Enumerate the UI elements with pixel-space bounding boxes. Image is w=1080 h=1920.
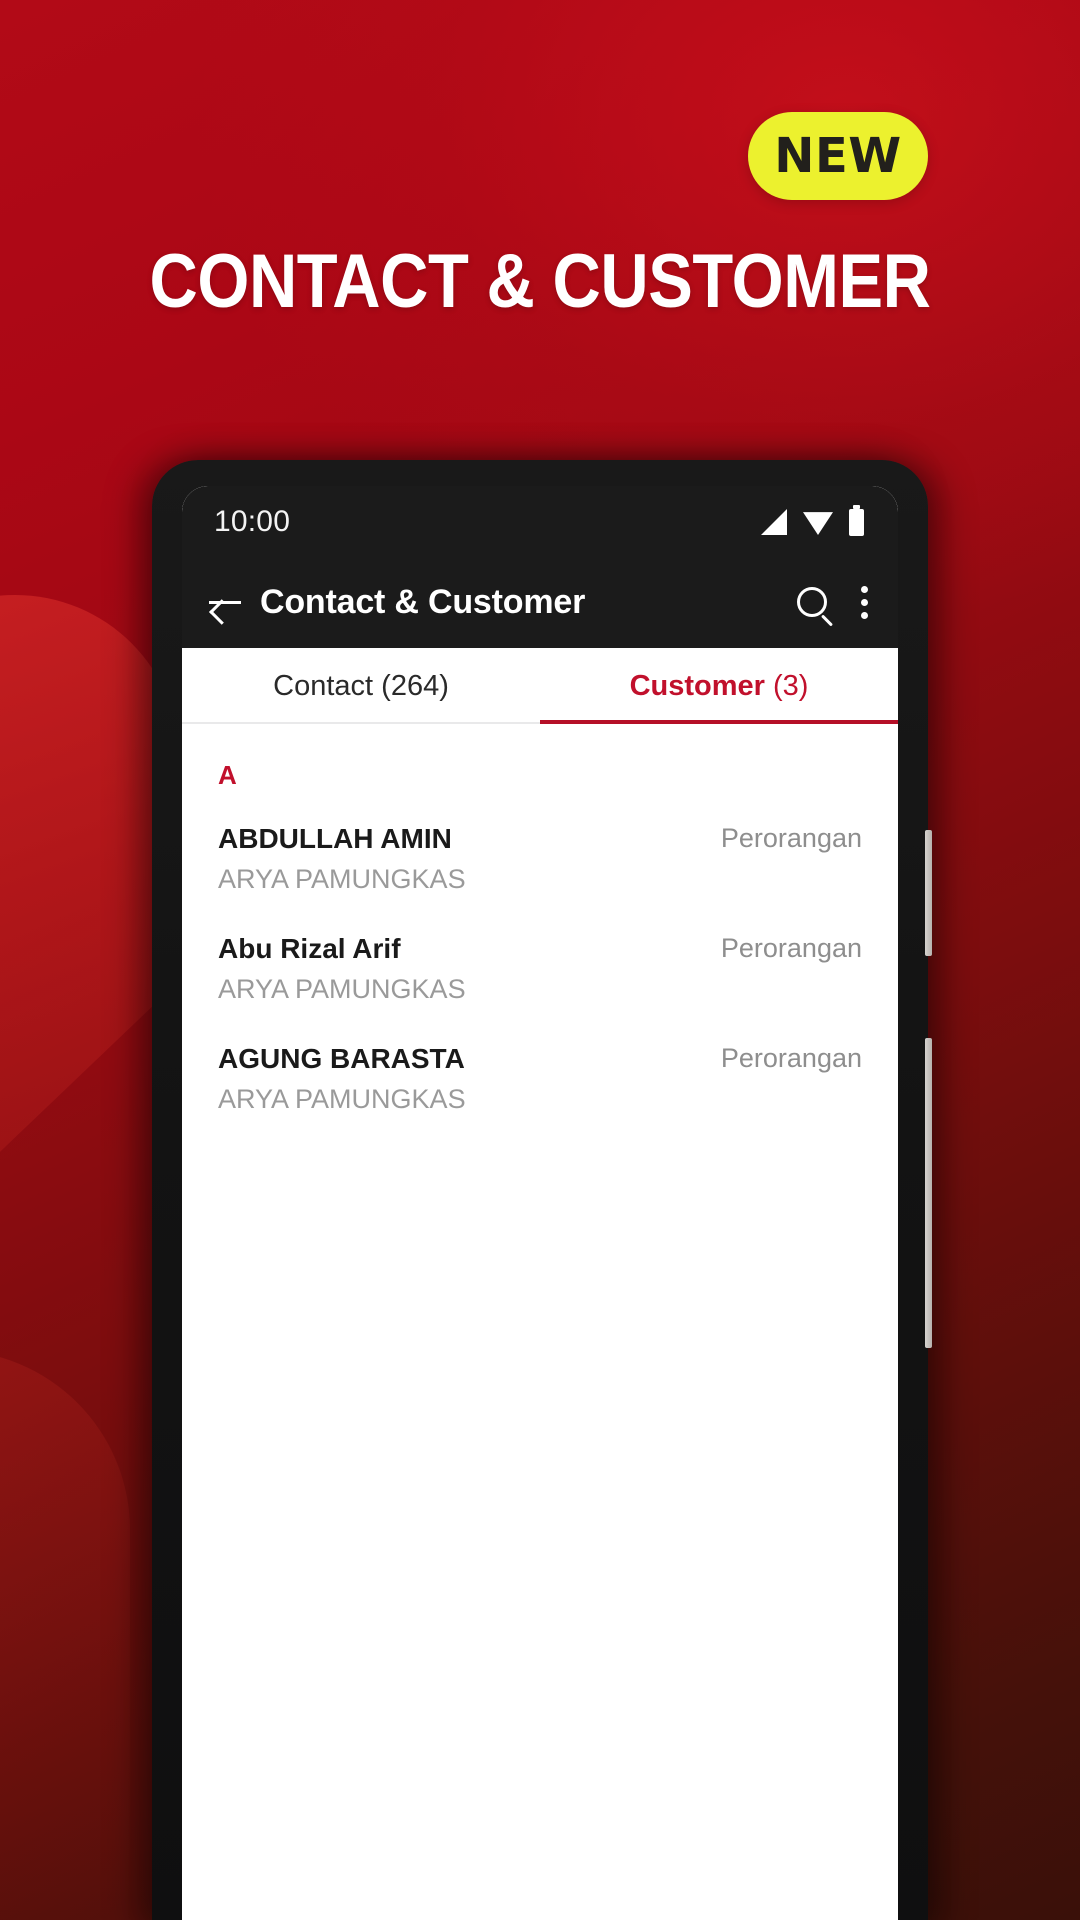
app-header: 10:00 Contact & Customer — [182, 486, 898, 648]
tab-customer-count: (3) — [772, 669, 809, 702]
app-bar-left: Contact & Customer — [208, 583, 797, 622]
customer-list: A ABDULLAH AMIN ARYA PAMUNGKAS Peroranga… — [182, 724, 898, 1136]
list-item[interactable]: Abu Rizal Arif ARYA PAMUNGKAS Perorangan — [182, 915, 898, 1025]
tab-customer[interactable]: Customer (3) — [540, 648, 898, 724]
list-item-name: ABDULLAH AMIN — [218, 823, 452, 854]
signal-icon — [761, 509, 787, 535]
back-arrow-icon[interactable] — [208, 585, 242, 619]
list-item-name: Abu Rizal Arif — [218, 933, 401, 965]
status-bar: 10:00 — [182, 486, 898, 558]
app-bar: Contact & Customer — [182, 558, 898, 646]
phone-screen: 10:00 Contact & Customer Contact (264) C… — [182, 486, 898, 1920]
tab-divider — [182, 722, 540, 724]
list-item-main: Abu Rizal Arif ARYA PAMUNGKAS — [218, 931, 721, 1007]
list-item-main: ABDULLAH AMIN ARYA PAMUNGKAS — [218, 821, 721, 897]
promo-headline: CONTACT & CUSTOMER — [149, 239, 931, 324]
list-item-subtitle: ARYA PAMUNGKAS — [218, 974, 466, 1005]
list-item-subtitle: ARYA PAMUNGKAS — [218, 864, 466, 894]
power-button[interactable] — [925, 1038, 932, 1348]
list-item-type: Perorangan — [720, 823, 862, 853]
list-item-type: Perorangan — [720, 933, 862, 964]
volume-button[interactable] — [925, 830, 932, 956]
tab-customer-label: Customer — [629, 669, 765, 702]
wifi-icon — [803, 512, 833, 535]
new-badge-label: NEW — [774, 128, 902, 184]
phone-mockup: 10:00 Contact & Customer Contact (264) C… — [152, 460, 932, 1920]
more-vertical-icon[interactable] — [861, 585, 868, 619]
tab-contact-count: (264) — [381, 669, 449, 702]
tab-active-underline — [540, 720, 898, 724]
tab-bar: Contact (264) Customer (3) — [182, 648, 898, 724]
search-icon[interactable] — [797, 587, 827, 617]
list-item-type: Perorangan — [720, 1043, 862, 1074]
tab-contact[interactable]: Contact (264) — [182, 648, 540, 724]
promo-banner: NEW CONTACT & CUSTOMER 10:00 Contact & C… — [0, 0, 1080, 1920]
list-item-subtitle: ARYA PAMUNGKAS — [218, 1084, 466, 1115]
section-header-letter: A — [218, 760, 237, 790]
tab-contact-label: Contact — [273, 669, 374, 702]
status-icons — [761, 504, 864, 536]
app-bar-actions — [797, 585, 868, 619]
battery-icon — [849, 504, 864, 536]
new-badge: NEW — [748, 112, 928, 200]
list-item[interactable]: ABDULLAH AMIN ARYA PAMUNGKAS Perorangan — [182, 805, 898, 915]
list-item-name: AGUNG BARASTA — [218, 1043, 465, 1075]
status-time: 10:00 — [214, 505, 291, 538]
list-item[interactable]: AGUNG BARASTA ARYA PAMUNGKAS Perorangan — [182, 1025, 898, 1135]
page-title: Contact & Customer — [260, 582, 586, 621]
list-item-main: AGUNG BARASTA ARYA PAMUNGKAS — [218, 1041, 721, 1117]
decorative-shape-left-lower — [0, 1350, 130, 1910]
